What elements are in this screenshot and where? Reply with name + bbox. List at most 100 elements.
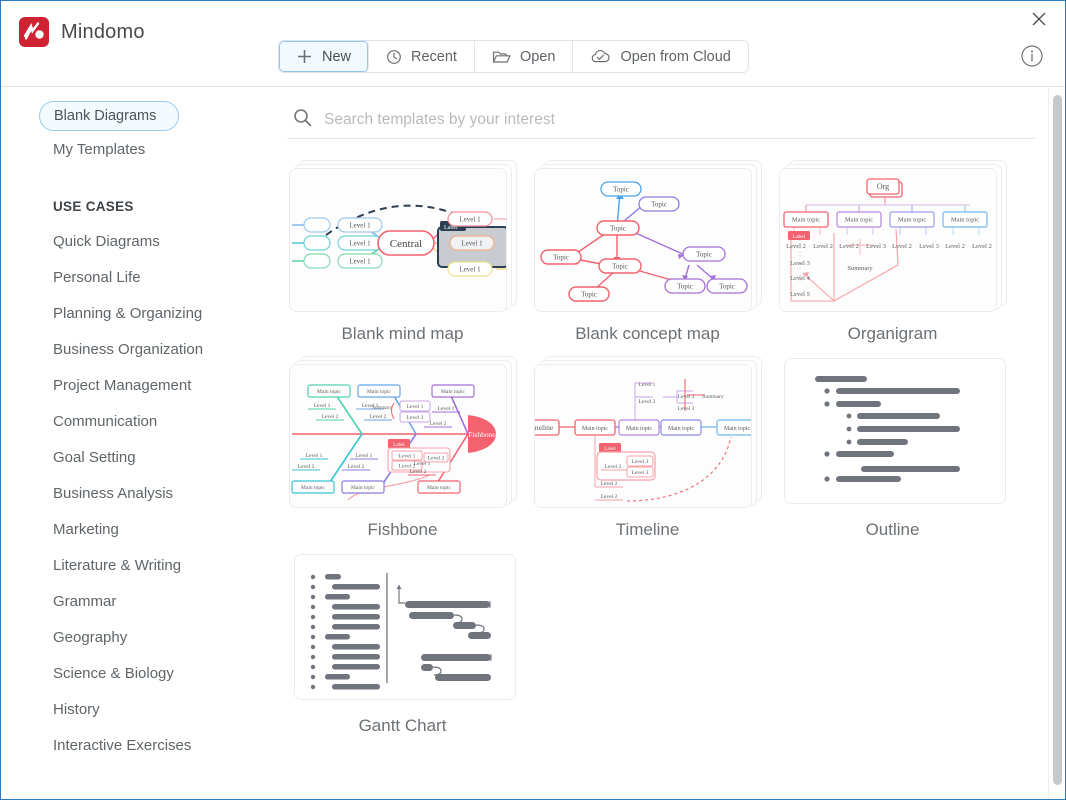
svg-text:Level 1: Level 1 (349, 222, 371, 230)
thumbnail-mindmap: Label Level 1 Level 1 Level 1 Central Le… (288, 168, 507, 312)
sidebar-item-planning-organizing[interactable]: Planning & Organizing (1, 295, 276, 331)
app-header: Mindomo New Recent Open Open from Cloud (1, 1, 1065, 87)
svg-text:Main topic: Main topic (844, 217, 872, 224)
svg-text:Level 2: Level 2 (972, 243, 992, 250)
svg-text:Main topic: Main topic (581, 426, 607, 432)
mindomo-logo-icon (19, 17, 49, 47)
svg-text:Level 1: Level 1 (406, 404, 423, 410)
svg-text:Level 1: Level 1 (413, 461, 430, 467)
sidebar-item-label: Goal Setting (53, 448, 136, 466)
sidebar-item-literature-writing[interactable]: Literature & Writing (1, 547, 276, 583)
main-tabs: New Recent Open Open from Cloud (278, 40, 749, 73)
svg-text:Level 1: Level 1 (349, 258, 371, 266)
sidebar-item-business-analysis[interactable]: Business Analysis (1, 475, 276, 511)
svg-text:meline: meline (535, 423, 554, 432)
template-card-organigram[interactable]: Org Main topic Main topic Main topic Mai… (770, 160, 1015, 344)
svg-text:Level 3: Level 3 (631, 459, 648, 465)
search-bar (287, 101, 1035, 139)
template-card-timeline[interactable]: meline Main topic Main topic Main topic … (525, 356, 770, 540)
template-card-blank-concept-map[interactable]: Topic Topic Topic Topic Topic Topic Topi… (525, 160, 770, 344)
sidebar-item-quick-diagrams[interactable]: Quick Diagrams (1, 223, 276, 259)
svg-text:Level 1: Level 1 (355, 453, 372, 459)
template-card-outline[interactable]: Outline (770, 356, 1015, 540)
template-thumbnail[interactable] (779, 356, 1007, 508)
sidebar-item-personal-life[interactable]: Personal Life (1, 259, 276, 295)
sidebar-item-label: My Templates (53, 140, 146, 158)
svg-text:Level 2: Level 2 (347, 464, 364, 470)
svg-text:Level 1: Level 1 (437, 406, 454, 412)
sidebar-item-label: Communication (53, 412, 158, 430)
svg-text:Level 4: Level 4 (790, 275, 810, 282)
svg-text:Label: Label (604, 447, 616, 452)
sidebar-item-label: Marketing (53, 520, 119, 538)
svg-text:Level 2: Level 2 (638, 399, 655, 405)
sidebar-item-marketing[interactable]: Marketing (1, 511, 276, 547)
svg-text:Level 3: Level 3 (790, 260, 810, 267)
sidebar-item-grammar[interactable]: Grammar (1, 583, 276, 619)
search-input[interactable] (324, 110, 1035, 129)
svg-text:Summary: Summary (372, 406, 392, 411)
svg-text:Main topic: Main topic (301, 485, 326, 491)
svg-text:Level 2: Level 2 (839, 243, 859, 250)
svg-text:Main topic: Main topic (791, 217, 819, 224)
svg-text:Level 1: Level 1 (349, 240, 371, 248)
sidebar-item-business-organization[interactable]: Business Organization (1, 331, 276, 367)
template-thumbnail[interactable]: Topic Topic Topic Topic Topic Topic Topi… (533, 160, 762, 312)
tab-recent[interactable]: Recent (369, 41, 475, 72)
content-area: Label Level 1 Level 1 (276, 87, 1065, 799)
thumbnail-gantt (293, 554, 516, 700)
tab-open-label: Open (519, 48, 556, 65)
svg-text:Level 1: Level 1 (305, 453, 322, 459)
info-icon[interactable] (1019, 43, 1045, 69)
template-thumbnail[interactable] (289, 552, 517, 704)
svg-text:Topic: Topic (610, 225, 626, 233)
template-thumbnail[interactable]: Label Level 1 Level 1 Level 1 Central Le… (288, 160, 517, 312)
svg-text:Main topic: Main topic (367, 389, 392, 395)
sidebar-item-blank-diagrams[interactable]: Blank Diagrams (39, 101, 179, 131)
svg-text:Level 2: Level 2 (600, 481, 617, 487)
sidebar-item-label: Interactive Exercises (53, 736, 192, 754)
scrollbar-track[interactable] (1048, 87, 1065, 799)
template-label: Outline (865, 520, 920, 539)
thumbnail-timeline: meline Main topic Main topic Main topic … (533, 364, 752, 508)
template-card-gantt-chart[interactable]: Gantt Chart (280, 552, 525, 736)
svg-text:Main topic: Main topic (625, 426, 651, 432)
template-label: Timeline (615, 520, 680, 539)
sidebar-item-communication[interactable]: Communication (1, 403, 276, 439)
svg-text:Level 2: Level 2 (369, 414, 386, 420)
sidebar-item-history[interactable]: History (1, 691, 276, 727)
svg-text:Level 2: Level 2 (406, 415, 423, 421)
svg-text:Summary: Summary (702, 394, 724, 400)
svg-text:Org: Org (876, 182, 888, 191)
svg-text:Topic: Topic (581, 291, 597, 299)
scrollbar-thumb[interactable] (1053, 95, 1062, 785)
svg-text:Level 2: Level 2 (786, 243, 806, 250)
sidebar-item-goal-setting[interactable]: Goal Setting (1, 439, 276, 475)
svg-text:Level 1: Level 1 (398, 454, 415, 460)
template-card-fishbone[interactable]: Fishbone Main topic Main topic Main topi… (280, 356, 525, 540)
svg-text:Level 1: Level 1 (638, 382, 655, 388)
template-card-blank-mind-map[interactable]: Label Level 1 Level 1 Level 1 Central Le… (280, 160, 525, 344)
sidebar-item-interactive-exercises[interactable]: Interactive Exercises (1, 727, 276, 763)
svg-text:Central: Central (389, 238, 421, 250)
sidebar-item-geography[interactable]: Geography (1, 619, 276, 655)
template-thumbnail[interactable]: Fishbone Main topic Main topic Main topi… (288, 356, 517, 508)
svg-text:Level 5: Level 5 (790, 291, 810, 298)
svg-text:Summary: Summary (847, 265, 873, 272)
folder-open-icon (492, 49, 511, 65)
tab-open-from-cloud[interactable]: Open from Cloud (573, 41, 748, 72)
thumbnail-organigram: Org Main topic Main topic Main topic Mai… (778, 168, 997, 312)
thumbnail-outline (783, 358, 1006, 504)
template-label: Fishbone (367, 520, 438, 539)
sidebar-item-science-biology[interactable]: Science & Biology (1, 655, 276, 691)
sidebar-item-label: Project Management (53, 376, 192, 394)
template-thumbnail[interactable]: Org Main topic Main topic Main topic Mai… (778, 160, 1007, 312)
template-thumbnail[interactable]: meline Main topic Main topic Main topic … (533, 356, 762, 508)
tab-open[interactable]: Open (474, 41, 574, 72)
tab-new[interactable]: New (279, 41, 370, 72)
thumbnail-fishbone: Fishbone Main topic Main topic Main topi… (288, 364, 507, 508)
thumbnail-conceptmap: Topic Topic Topic Topic Topic Topic Topi… (533, 168, 752, 312)
close-icon[interactable] (1026, 6, 1052, 32)
sidebar-item-my-templates[interactable]: My Templates (1, 131, 276, 167)
sidebar-item-project-management[interactable]: Project Management (1, 367, 276, 403)
